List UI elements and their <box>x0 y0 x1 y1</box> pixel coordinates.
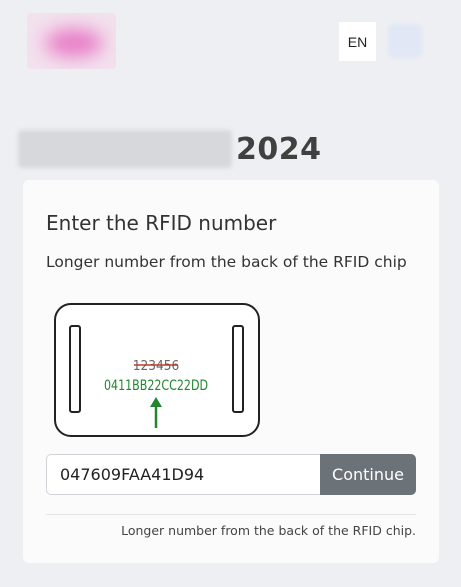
card-subtitle: Longer number from the back of the RFID … <box>46 253 407 271</box>
redacted-event-name <box>18 130 232 168</box>
rfid-entry-card: Enter the RFID number Longer number from… <box>23 180 439 563</box>
language-switcher-button[interactable]: EN <box>339 22 376 61</box>
rfid-chip-left-slot <box>69 325 81 413</box>
rfid-number-input[interactable] <box>46 454 320 495</box>
short-number-label: 123456 <box>133 358 179 374</box>
header: EN <box>0 0 461 100</box>
rfid-help-text: Longer number from the back of the RFID … <box>121 523 416 538</box>
rfid-chip-illustration: 123456 0411BB22CC22DD <box>54 303 260 437</box>
continue-button[interactable]: Continue <box>320 454 416 495</box>
long-number-label: 0411BB22CC22DD <box>104 378 208 394</box>
event-year: 2024 <box>236 131 322 167</box>
logo-blur <box>45 29 103 57</box>
brand-logo[interactable] <box>27 13 116 69</box>
user-avatar[interactable] <box>388 24 422 58</box>
divider <box>46 514 416 515</box>
rfid-chip-right-slot <box>232 325 244 413</box>
card-title: Enter the RFID number <box>46 211 277 235</box>
event-title: 2024 <box>18 128 322 170</box>
